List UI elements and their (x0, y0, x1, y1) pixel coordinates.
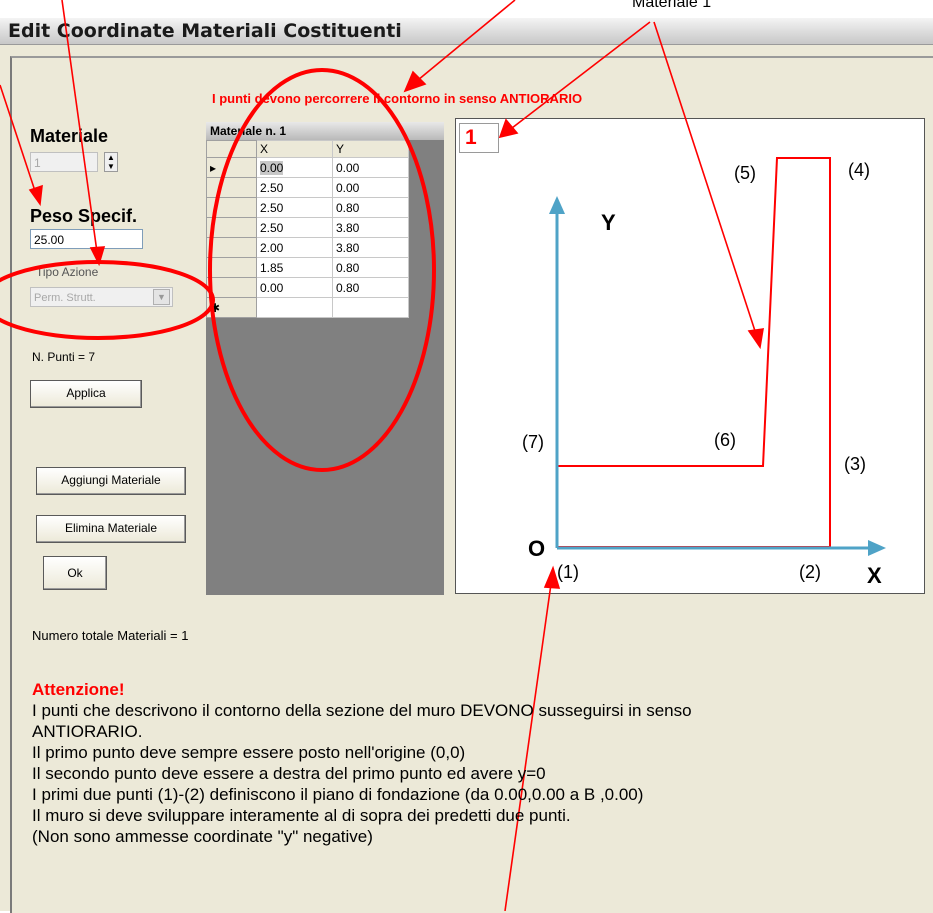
point-label-7: (7) (522, 432, 544, 452)
grid-highlight-ellipse (208, 68, 436, 472)
note-line: Il muro si deve sviluppare interamente a… (32, 806, 571, 825)
note-line: (Non sono ammesse coordinate "y" negativ… (32, 827, 373, 846)
attention-notes: I punti che descrivono il contorno della… (32, 700, 692, 847)
note-line: Il primo punto deve sempre essere posto … (32, 743, 466, 762)
arrow-head-icon (747, 328, 764, 350)
point-label-5: (5) (734, 163, 756, 183)
note-line: I primi due punti (1)-(2) definiscono il… (32, 785, 644, 804)
y-axis-label: Y (601, 210, 616, 235)
note-line: ANTIORARIO. (32, 722, 143, 741)
point-label-1: (1) (557, 562, 579, 582)
y-axis-arrow-icon (549, 196, 565, 214)
note-line: I punti che descrivono il contorno della… (32, 701, 692, 720)
note-line: Il secondo punto deve essere a destra de… (32, 764, 546, 783)
arrow-head-icon (403, 70, 427, 93)
point-label-3: (3) (844, 454, 866, 474)
attention-title: Attenzione! (32, 680, 125, 699)
arrow-head-icon (28, 184, 43, 207)
point-label-2: (2) (799, 562, 821, 582)
totale-materiali-text: Numero totale Materiali = 1 (32, 628, 189, 643)
x-axis-arrow-icon (868, 540, 886, 556)
material-contour (556, 157, 831, 548)
x-axis-label: X (867, 563, 882, 588)
origin-label: O (528, 536, 546, 561)
point-label-4: (4) (848, 160, 870, 180)
point-label-6: (6) (714, 430, 736, 450)
tipo-highlight-ellipse (0, 260, 215, 340)
arrow-head-icon (498, 118, 519, 139)
